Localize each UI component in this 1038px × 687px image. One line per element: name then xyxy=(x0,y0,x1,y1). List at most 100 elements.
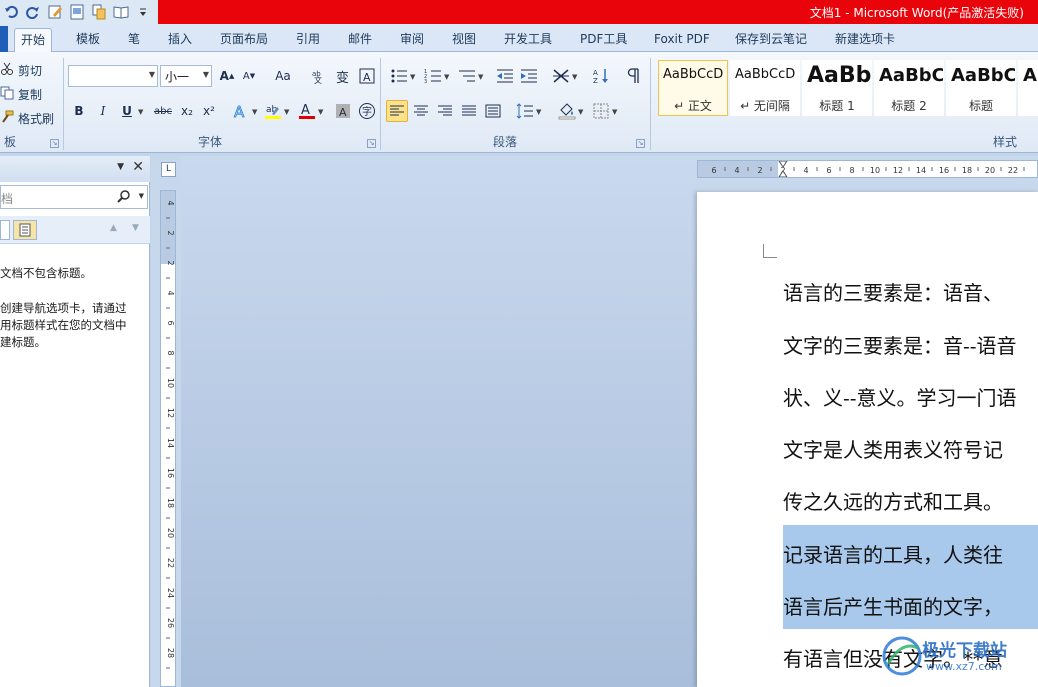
browse-pages-tab[interactable] xyxy=(13,220,37,240)
document-line[interactable]: 文字是人类用表义符号记 xyxy=(783,434,1003,463)
strikethrough-button[interactable]: abc xyxy=(150,100,176,122)
style-subtitle[interactable]: A xyxy=(1018,60,1038,116)
cut-button[interactable]: 剪切 xyxy=(0,60,42,80)
italic-button[interactable]: I xyxy=(92,100,114,122)
change-case-button[interactable]: Aa xyxy=(270,65,296,87)
enclose-characters-icon[interactable]: 字 xyxy=(356,100,378,122)
style-normal[interactable]: AaBbCcD ↵ 正文 xyxy=(658,60,728,116)
align-left-button[interactable] xyxy=(386,100,408,122)
tab-home[interactable]: 开始 xyxy=(14,28,53,52)
line-spacing-icon[interactable] xyxy=(514,100,536,122)
subscript-button[interactable]: x₂ xyxy=(176,100,198,122)
shading-icon[interactable] xyxy=(556,100,578,122)
phonetic-guide-icon[interactable]: ab 文 xyxy=(308,65,330,87)
chevron-down-icon[interactable]: ▼ xyxy=(138,108,143,116)
tab-review[interactable]: 审阅 xyxy=(394,28,430,52)
tab-foxit-pdf[interactable]: Foxit PDF xyxy=(648,28,716,52)
edit-document-icon[interactable] xyxy=(46,3,64,21)
highlight-color-icon[interactable]: ab xyxy=(262,100,284,122)
justify-button[interactable] xyxy=(458,100,480,122)
chevron-down-icon[interactable]: ▼ xyxy=(444,73,449,81)
document-line[interactable]: 传之久远的方式和工具。 xyxy=(783,486,1003,515)
bullets-icon[interactable] xyxy=(388,65,410,87)
distribute-button[interactable] xyxy=(482,100,504,122)
print-preview-icon[interactable] xyxy=(68,3,86,21)
document-page[interactable]: 语言的三要素是：语音、 文字的三要素是：音--语音 状、义--意义。学习一门语 … xyxy=(697,192,1038,687)
chevron-down-icon[interactable]: ▼ xyxy=(410,73,415,81)
reading-view-icon[interactable] xyxy=(112,3,130,21)
character-format-icon[interactable]: 变 xyxy=(332,65,354,87)
tab-mailings[interactable]: 邮件 xyxy=(342,28,378,52)
chevron-down-icon[interactable]: ▼ xyxy=(612,108,617,116)
document-line[interactable]: 状、义--意义。学习一门语 xyxy=(783,382,1017,411)
chevron-down-icon[interactable]: ▼ xyxy=(572,73,577,81)
format-painter-button[interactable]: 格式刷 xyxy=(0,108,54,128)
chevron-down-icon[interactable]: ▼ xyxy=(318,108,323,116)
tab-view[interactable]: 视图 xyxy=(446,28,482,52)
text-effects-icon[interactable]: A xyxy=(230,100,252,122)
decrease-indent-icon[interactable] xyxy=(494,65,516,87)
tab-pdf-tools[interactable]: PDF工具 xyxy=(574,28,633,52)
close-icon[interactable]: ✕ xyxy=(132,159,144,175)
tab-developer[interactable]: 开发工具 xyxy=(498,28,558,52)
tab-new-tab[interactable]: 新建选项卡 xyxy=(829,28,901,52)
increase-indent-icon[interactable] xyxy=(518,65,540,87)
clipboard-launcher[interactable]: ↘ xyxy=(50,139,59,148)
sort-icon[interactable]: AZ xyxy=(590,65,612,87)
chevron-down-icon[interactable]: ▼ xyxy=(478,73,483,81)
document-line[interactable]: 语言后产生书面的文字， xyxy=(783,591,1003,620)
tab-selector-icon[interactable]: L xyxy=(161,162,176,177)
style-heading-1[interactable]: AaBb 标题 1 xyxy=(802,60,872,116)
tab-save-to-cloud-notes[interactable]: 保存到云笔记 xyxy=(729,28,813,52)
horizontal-ruler[interactable]: 642246810121416182022 xyxy=(697,160,1038,178)
font-size-combo[interactable]: 小一 ▼ xyxy=(160,65,212,87)
show-hide-marks-icon[interactable] xyxy=(622,65,644,87)
numbering-icon[interactable]: 123 xyxy=(422,65,444,87)
borders-icon[interactable] xyxy=(590,100,612,122)
vertical-ruler[interactable]: 4 2 2 4 6 8 10 12 14 16 18 20 22 24 26 28 xyxy=(160,190,176,687)
tab-template[interactable]: 模板 xyxy=(70,28,106,52)
shrink-font-button[interactable]: A ▼ xyxy=(238,65,260,87)
character-shading-icon[interactable]: A xyxy=(332,100,354,122)
font-color-icon[interactable]: A xyxy=(296,100,318,122)
align-center-button[interactable] xyxy=(410,100,432,122)
browse-headings-tab[interactable] xyxy=(0,220,10,240)
chevron-down-icon[interactable]: ▼ xyxy=(536,108,541,116)
multilevel-list-icon[interactable] xyxy=(456,65,478,87)
file-tab[interactable] xyxy=(0,26,8,52)
document-line[interactable]: 记录语言的工具，人类往 xyxy=(783,539,1003,568)
pane-options-icon[interactable]: ▼ xyxy=(117,162,124,172)
chevron-down-icon[interactable]: ▼ xyxy=(578,108,583,116)
align-right-button[interactable] xyxy=(434,100,456,122)
document-line[interactable]: 语言的三要素是：语音、 xyxy=(783,277,1003,306)
document-line[interactable]: 文字的三要素是：音--语音 xyxy=(783,330,1017,359)
style-no-spacing[interactable]: AaBbCcD ↵ 无间隔 xyxy=(730,60,800,116)
tab-pen[interactable]: 笔 xyxy=(122,28,146,52)
paragraph-launcher[interactable]: ↘ xyxy=(636,139,645,148)
chevron-down-icon[interactable]: ▼ xyxy=(139,192,144,200)
bold-button[interactable]: B xyxy=(68,100,90,122)
document-icon[interactable] xyxy=(90,3,108,21)
style-heading-2[interactable]: AaBbC 标题 2 xyxy=(874,60,944,116)
next-heading-icon[interactable]: ▼ xyxy=(132,223,139,233)
search-icon[interactable] xyxy=(117,189,131,206)
style-title[interactable]: AaBbC 标题 xyxy=(946,60,1016,116)
tab-page-layout[interactable]: 页面布局 xyxy=(214,28,274,52)
copy-button[interactable]: 复制 xyxy=(0,84,42,104)
font-launcher[interactable]: ↘ xyxy=(367,139,376,148)
grow-font-button[interactable]: A ▲ xyxy=(216,65,238,87)
search-input[interactable]: 档 xyxy=(1,190,13,207)
navigation-search-box[interactable]: 档 ▼ xyxy=(0,185,148,209)
undo-icon[interactable] xyxy=(2,3,20,21)
underline-button[interactable]: U xyxy=(116,100,138,122)
customize-toolbar-icon[interactable] xyxy=(134,3,152,21)
redo-icon[interactable] xyxy=(24,3,42,21)
chinese-layout-icon[interactable] xyxy=(550,65,572,87)
font-name-combo[interactable]: ▼ xyxy=(68,65,158,87)
chevron-down-icon[interactable]: ▼ xyxy=(252,108,257,116)
superscript-button[interactable]: x² xyxy=(198,100,220,122)
chevron-down-icon[interactable]: ▼ xyxy=(284,108,289,116)
tab-references[interactable]: 引用 xyxy=(290,28,326,52)
previous-heading-icon[interactable]: ▲ xyxy=(110,223,117,233)
character-border-icon[interactable]: A xyxy=(356,65,378,87)
